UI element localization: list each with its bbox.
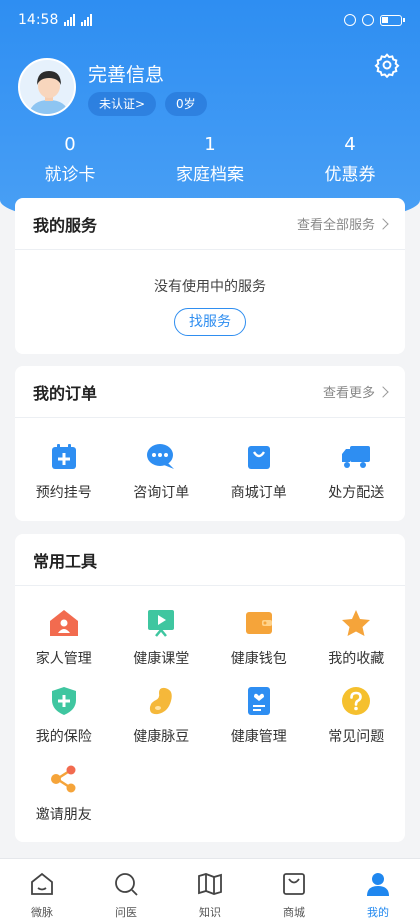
gear-icon[interactable] xyxy=(374,52,400,79)
stat-family-record[interactable]: 1 家庭档案 xyxy=(140,134,280,185)
signal-icon xyxy=(64,14,76,26)
stat-number: 4 xyxy=(344,134,356,155)
tab-weimai[interactable]: 微脉 xyxy=(0,859,84,924)
profile-name[interactable]: 完善信息 xyxy=(88,60,164,87)
find-service-button[interactable]: 找服务 xyxy=(174,308,246,336)
stat-label: 家庭档案 xyxy=(176,165,244,185)
tool-label: 家人管理 xyxy=(35,651,92,667)
link-label: 查看更多 xyxy=(322,386,375,401)
tab-mine[interactable]: 我的 xyxy=(336,859,420,924)
person-icon xyxy=(365,871,391,901)
search-doctor-icon xyxy=(113,871,139,901)
order-label: 预约挂号 xyxy=(35,485,92,501)
empty-services-text: 没有使用中的服务 xyxy=(154,279,266,295)
order-prescription-delivery[interactable]: 处方配送 xyxy=(308,442,406,520)
section-title: 常用工具 xyxy=(33,551,98,571)
bean-icon xyxy=(146,686,176,716)
tab-label: 问医 xyxy=(115,906,137,919)
delivery-truck-icon xyxy=(341,442,371,472)
tab-label: 商城 xyxy=(283,906,305,919)
signal-icon xyxy=(81,14,93,26)
stat-label: 就诊卡 xyxy=(44,165,96,185)
book-icon xyxy=(197,871,223,901)
my-services-card: 我的服务 查看全部服务 没有使用中的服务 找服务 xyxy=(15,198,405,354)
battery-icon xyxy=(380,14,405,26)
chat-bubble-icon xyxy=(146,442,176,472)
tab-ask-doctor[interactable]: 问医 xyxy=(84,859,168,924)
tool-label: 我的收藏 xyxy=(328,651,385,667)
tool-label: 健康管理 xyxy=(230,729,287,745)
stat-label: 优惠券 xyxy=(324,165,376,185)
tool-label: 健康钱包 xyxy=(230,651,287,667)
tab-label: 微脉 xyxy=(31,906,53,919)
health-record-icon xyxy=(244,686,274,716)
calendar-plus-icon xyxy=(49,442,79,472)
tool-faq[interactable]: 常见问题 xyxy=(308,686,406,764)
link-label: 查看全部服务 xyxy=(296,218,375,233)
tool-health-class[interactable]: 健康课堂 xyxy=(113,608,211,686)
family-house-icon xyxy=(49,608,79,638)
chevron-right-icon xyxy=(377,217,389,230)
tab-label: 我的 xyxy=(367,906,389,919)
tool-label: 健康脉豆 xyxy=(133,729,190,745)
common-tools-card: 常用工具 家人管理 健康课堂 健康钱包 我的收藏 我的保险 健康脉豆 健康管理 … xyxy=(15,534,405,842)
avatar[interactable] xyxy=(18,58,76,116)
tool-invite-friends[interactable]: 邀请朋友 xyxy=(15,764,113,842)
tab-mall[interactable]: 商城 xyxy=(252,859,336,924)
section-title: 我的订单 xyxy=(33,383,98,403)
shop-bag-icon xyxy=(281,871,307,901)
order-consultation[interactable]: 咨询订单 xyxy=(113,442,211,520)
home-icon xyxy=(29,871,55,901)
lock-rotation-icon xyxy=(344,14,356,26)
section-title: 我的服务 xyxy=(33,215,98,235)
stat-number: 0 xyxy=(64,134,76,155)
view-all-services-link[interactable]: 查看全部服务 xyxy=(296,214,389,233)
tool-label: 邀请朋友 xyxy=(35,807,92,823)
stats-row: 0 就诊卡 1 家庭档案 4 优惠券 xyxy=(0,134,420,185)
bottom-tab-bar: 微脉 问医 知识 商城 我的 xyxy=(0,858,420,924)
shopping-bag-icon xyxy=(244,442,274,472)
order-label: 商城订单 xyxy=(230,485,287,501)
order-label: 处方配送 xyxy=(328,485,385,501)
question-icon xyxy=(341,686,371,716)
tool-family-management[interactable]: 家人管理 xyxy=(15,608,113,686)
tab-knowledge[interactable]: 知识 xyxy=(168,859,252,924)
auth-status-badge[interactable]: 未认证> xyxy=(88,92,157,116)
tool-label: 健康课堂 xyxy=(133,651,190,667)
video-class-icon xyxy=(146,608,176,638)
view-more-orders-link[interactable]: 查看更多 xyxy=(322,382,389,401)
my-orders-card: 我的订单 查看更多 预约挂号 咨询订单 商城订单 处方配送 xyxy=(15,366,405,521)
tab-label: 知识 xyxy=(199,906,221,919)
tool-my-favorites[interactable]: 我的收藏 xyxy=(308,608,406,686)
stat-visit-card[interactable]: 0 就诊卡 xyxy=(0,134,140,185)
status-time: 14:58 xyxy=(18,12,59,28)
share-icon xyxy=(49,764,79,794)
tool-health-wallet[interactable]: 健康钱包 xyxy=(210,608,308,686)
age-badge: 0岁 xyxy=(165,92,207,116)
order-label: 咨询订单 xyxy=(133,485,190,501)
stat-coupons[interactable]: 4 优惠券 xyxy=(280,134,420,185)
chevron-right-icon xyxy=(377,385,389,398)
status-bar: 14:58 xyxy=(0,0,420,40)
alarm-icon xyxy=(362,14,374,26)
tool-my-insurance[interactable]: 我的保险 xyxy=(15,686,113,764)
tool-label: 常见问题 xyxy=(328,729,385,745)
tool-health-management[interactable]: 健康管理 xyxy=(210,686,308,764)
wallet-icon xyxy=(244,608,274,638)
tool-health-beans[interactable]: 健康脉豆 xyxy=(113,686,211,764)
insurance-shield-icon xyxy=(49,686,79,716)
order-mall[interactable]: 商城订单 xyxy=(210,442,308,520)
order-appointment[interactable]: 预约挂号 xyxy=(15,442,113,520)
tool-label: 我的保险 xyxy=(35,729,92,745)
star-icon xyxy=(341,608,371,638)
stat-number: 1 xyxy=(204,134,216,155)
